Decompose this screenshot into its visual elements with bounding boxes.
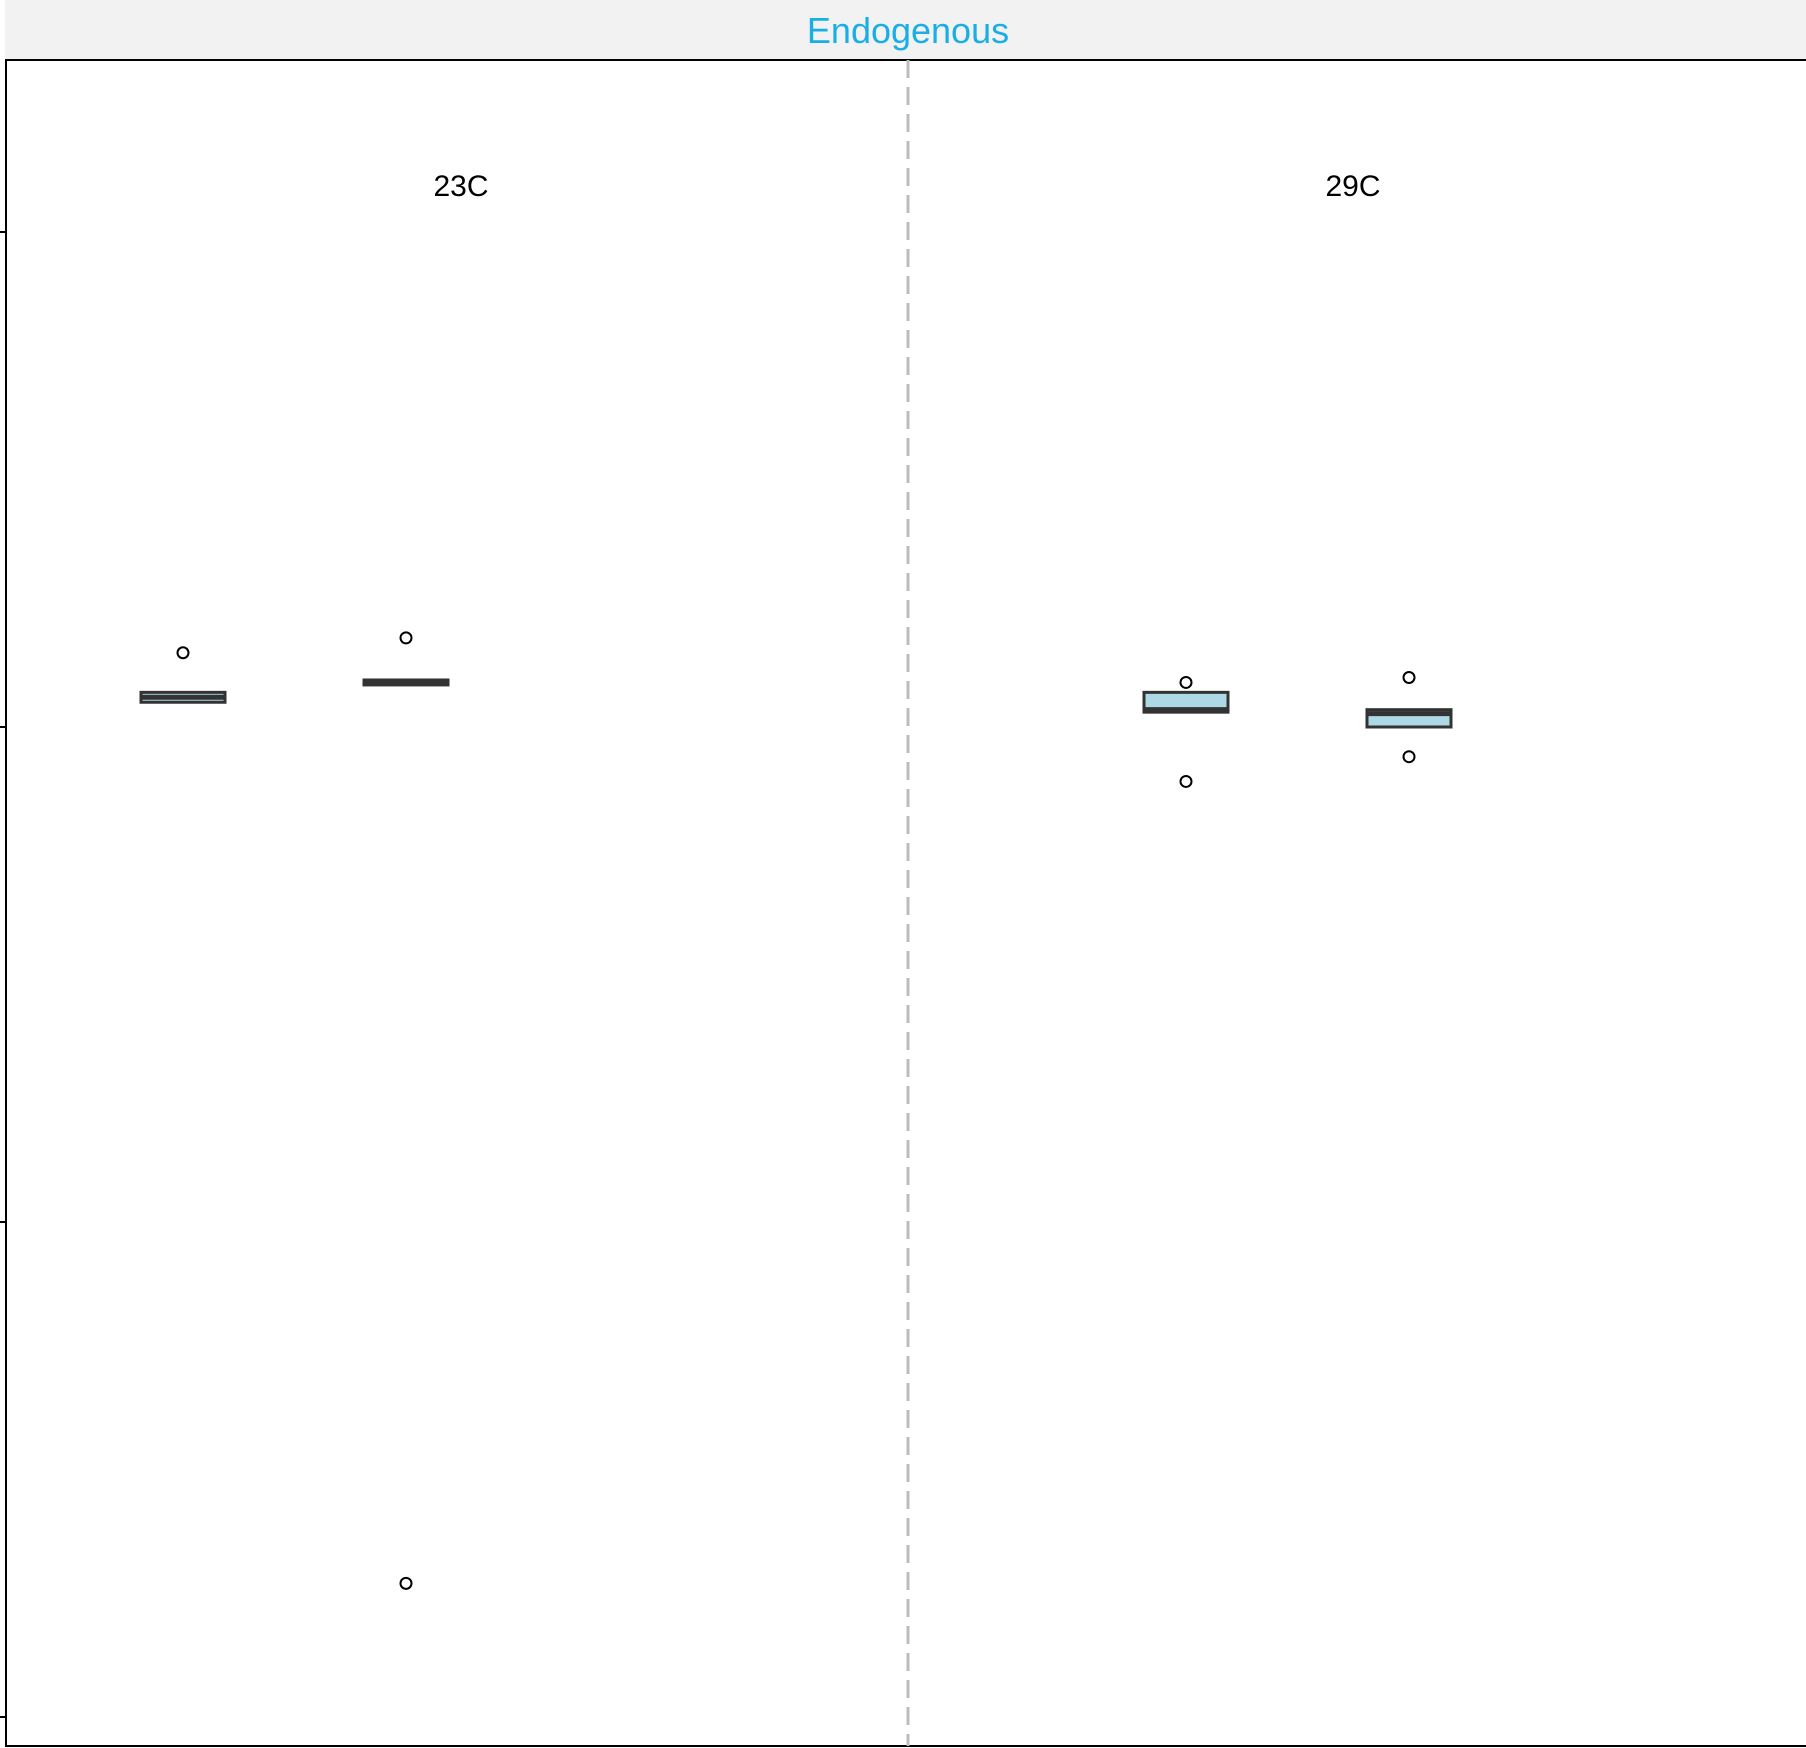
facet-title: Endogenous bbox=[807, 10, 1009, 51]
panel-label: 29C bbox=[1325, 170, 1380, 203]
panel-label: 23C bbox=[433, 170, 488, 203]
chart-background bbox=[0, 0, 1806, 1748]
boxplot-chart: Endogenous 23C 29C bbox=[0, 0, 1806, 1748]
